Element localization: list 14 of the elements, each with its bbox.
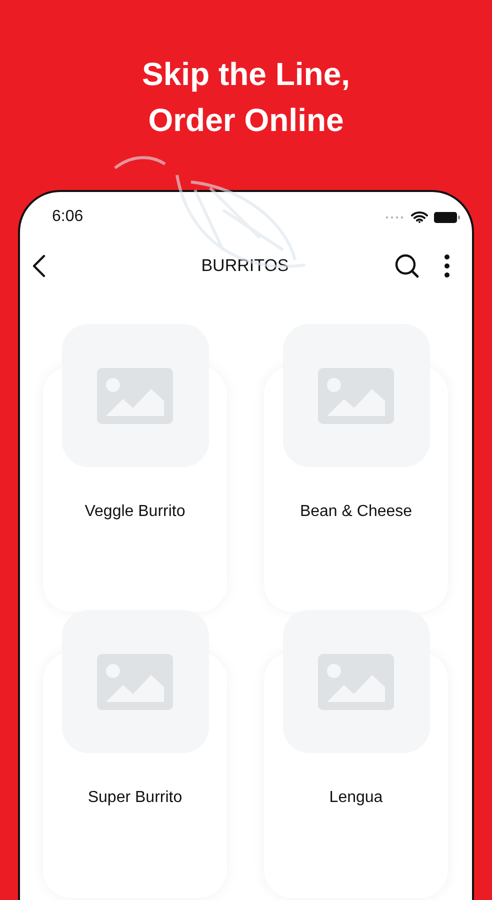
headline: Order Online — [148, 101, 344, 140]
search-icon — [394, 253, 420, 279]
headline: Skip the Line, — [142, 55, 350, 94]
status-time: 6:06 — [52, 208, 84, 226]
wifi-icon — [411, 211, 428, 223]
more-icon — [444, 254, 450, 278]
screen-title: BURRITOS — [200, 256, 290, 276]
item-name: Veggle Burrito — [84, 503, 186, 521]
back-icon — [32, 254, 46, 278]
item-name: Lengua — [329, 789, 383, 807]
item-name: Super Burrito — [88, 789, 182, 807]
battery-icon — [434, 212, 460, 222]
signal-icon — [385, 216, 405, 218]
item-name: Bean & Cheese — [300, 503, 412, 521]
